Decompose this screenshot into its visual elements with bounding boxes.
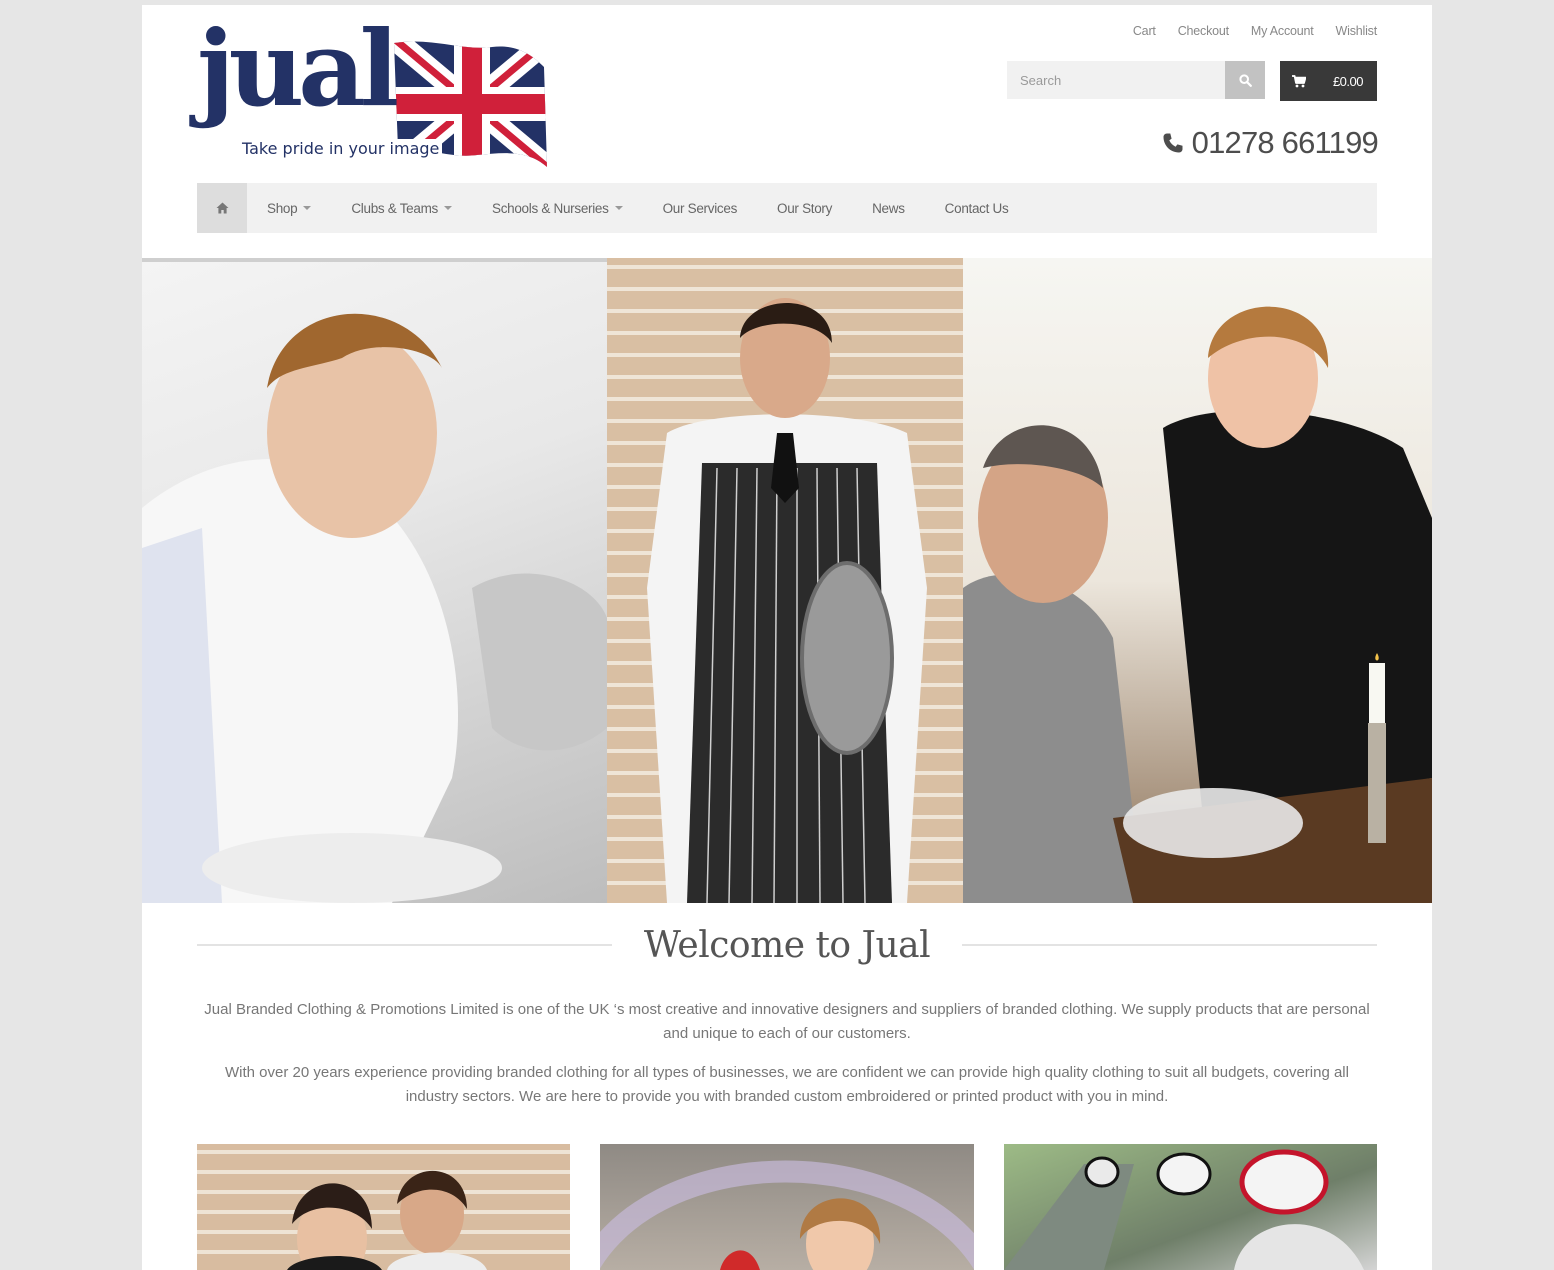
welcome-title: Welcome to Jual xyxy=(643,924,931,966)
caret-down-icon xyxy=(303,206,312,210)
caret-down-icon xyxy=(443,206,452,210)
top-link-my-account[interactable]: My Account xyxy=(1251,24,1314,38)
hero-image-waitress xyxy=(963,258,1432,903)
nav-item-label: Clubs & Teams xyxy=(351,200,438,216)
main-nav: Shop Clubs & Teams Schools & Nurseries O… xyxy=(197,183,1377,233)
waiter-illustration xyxy=(647,298,927,903)
nav-item-label: Schools & Nurseries xyxy=(491,200,609,216)
category-tile-schools[interactable] xyxy=(600,1144,974,1270)
top-links: Cart Checkout My Account Wishlist xyxy=(1133,24,1377,38)
search-input[interactable] xyxy=(1007,61,1225,99)
top-link-cart[interactable]: Cart xyxy=(1133,24,1156,38)
nav-item-label: News xyxy=(872,200,905,216)
category-tile-hospitality[interactable] xyxy=(197,1144,570,1270)
top-link-wishlist[interactable]: Wishlist xyxy=(1336,24,1378,38)
page-container: Cart Checkout My Account Wishlist jual T… xyxy=(142,5,1432,1270)
search-button[interactable] xyxy=(1225,61,1265,99)
nav-item-label: Our Story xyxy=(777,200,833,216)
nav-item-label: Shop xyxy=(267,200,298,216)
hero-divider xyxy=(142,258,607,262)
logo-tagline: Take pride in your image xyxy=(239,139,443,158)
nav-item-label: Contact Us xyxy=(944,200,1009,216)
nav-item-label: Our Services xyxy=(662,200,738,216)
top-link-checkout[interactable]: Checkout xyxy=(1178,24,1229,38)
logo-wordmark: jual xyxy=(197,7,399,130)
welcome-heading: Welcome to Jual xyxy=(197,920,1378,970)
hero-banner xyxy=(142,258,1432,903)
caret-down-icon xyxy=(614,206,623,210)
nav-item-news[interactable]: News xyxy=(872,201,905,216)
phone-number: 01278 661199 xyxy=(1162,125,1379,161)
school-child-image xyxy=(600,1160,974,1270)
category-tile-clubs[interactable] xyxy=(1004,1144,1377,1270)
phone-icon xyxy=(1163,133,1183,153)
nav-item-our-services[interactable]: Our Services xyxy=(662,200,738,216)
home-icon xyxy=(216,202,228,214)
intro-paragraph-1: Jual Branded Clothing & Promotions Limit… xyxy=(204,1001,1370,1042)
logo[interactable]: jual Take pride in your image xyxy=(197,17,557,171)
cart-total: £0.00 xyxy=(1332,73,1364,89)
intro-paragraph-2: With over 20 years experience providing … xyxy=(225,1064,1349,1105)
heading-divider-left xyxy=(197,944,612,946)
cyclists-image xyxy=(1004,1149,1364,1270)
chef-illustration xyxy=(142,313,607,903)
nav-home[interactable] xyxy=(197,183,247,233)
nav-item-schools-nurseries[interactable]: Schools & Nurseries xyxy=(492,201,623,216)
category-tiles xyxy=(197,1144,1377,1270)
nav-item-contact-us[interactable]: Contact Us xyxy=(945,201,1009,216)
nav-item-our-story[interactable]: Our Story xyxy=(777,201,832,216)
heading-divider-right xyxy=(962,944,1378,946)
hero-image-waiter xyxy=(607,258,963,903)
waitress-illustration xyxy=(963,306,1432,903)
phone-number-text: 01278 661199 xyxy=(1191,125,1379,160)
search-icon xyxy=(1238,73,1252,87)
nav-item-shop[interactable]: Shop xyxy=(267,200,312,216)
cart-button[interactable]: £0.00 xyxy=(1280,61,1377,101)
hospitality-staff-image xyxy=(287,1170,487,1270)
nav-item-clubs-teams[interactable]: Clubs & Teams xyxy=(351,201,452,216)
hero-image-chef xyxy=(142,258,607,903)
shopping-cart-icon xyxy=(1292,74,1306,88)
